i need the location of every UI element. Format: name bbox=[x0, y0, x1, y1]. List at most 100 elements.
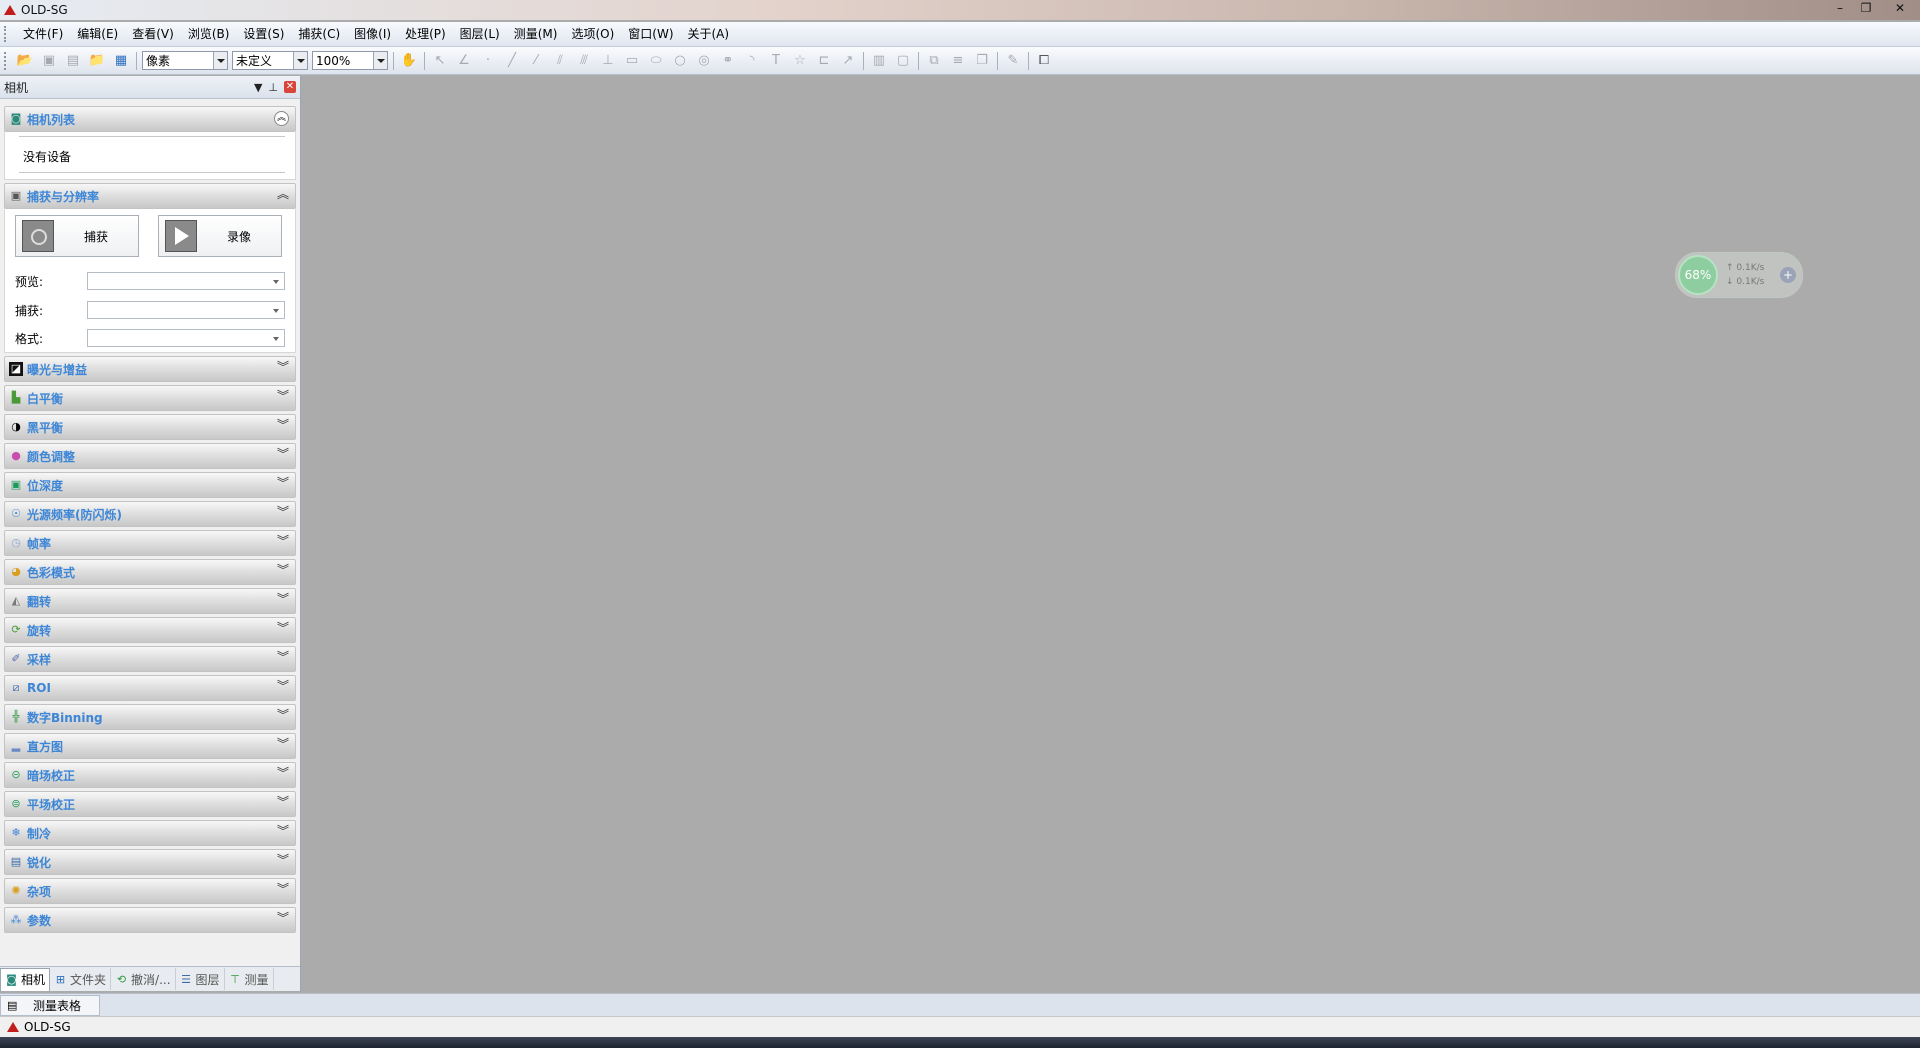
collapse-icon[interactable]: ︽ bbox=[277, 188, 289, 200]
expand-icon[interactable]: ︾ bbox=[277, 680, 289, 692]
expand-icon[interactable]: ︾ bbox=[277, 564, 289, 576]
edit-icon[interactable]: ✎ bbox=[1003, 51, 1023, 71]
menu-layer[interactable]: 图层(L) bbox=[453, 23, 507, 45]
section-binning[interactable]: ╬ 数字Binning ︾ bbox=[4, 704, 296, 730]
copy-icon[interactable]: ❐ bbox=[972, 51, 992, 71]
arc-icon[interactable]: ◝ bbox=[742, 51, 762, 71]
chevron-down-icon[interactable] bbox=[373, 52, 387, 69]
section-sharpen[interactable]: ▤ 锐化 ︾ bbox=[4, 849, 296, 875]
perpendicular-icon[interactable]: ⊥ bbox=[598, 51, 618, 71]
minimize-button[interactable]: – bbox=[1828, 0, 1852, 16]
menu-settings[interactable]: 设置(S) bbox=[236, 23, 291, 45]
menu-capture[interactable]: 捕获(C) bbox=[291, 23, 347, 45]
multi-parallel-icon[interactable]: ⫻ bbox=[574, 51, 594, 71]
network-speed-widget[interactable]: 68% ↑ 0.1K/s ↓ 0.1K/s + bbox=[1675, 252, 1803, 298]
tab-undo[interactable]: ⟲ 撤消/... bbox=[111, 968, 176, 990]
arrow-line-icon[interactable]: ⁄ bbox=[526, 51, 546, 71]
section-light-frequency[interactable]: ☉ 光源频率(防闪烁) ︾ bbox=[4, 501, 296, 527]
capture-resolution-select[interactable] bbox=[87, 301, 285, 319]
star-icon[interactable]: ☆ bbox=[790, 51, 810, 71]
tab-camera[interactable]: ◙ 相机 bbox=[0, 967, 51, 991]
expand-icon[interactable]: ︾ bbox=[277, 796, 289, 808]
tab-measure[interactable]: ⊤ 测量 bbox=[225, 968, 274, 990]
menu-image[interactable]: 图像(I) bbox=[347, 23, 398, 45]
concentric-circle-icon[interactable]: ◎ bbox=[694, 51, 714, 71]
browse-folder-icon[interactable]: 📁 bbox=[87, 51, 107, 71]
arrow-icon[interactable]: ↗ bbox=[838, 51, 858, 71]
expand-icon[interactable]: ︾ bbox=[277, 767, 289, 779]
section-dark-field[interactable]: ⊝ 暗场校正 ︾ bbox=[4, 762, 296, 788]
panel-close-icon[interactable]: ✕ bbox=[284, 81, 296, 93]
open-folder-icon[interactable]: 📂 bbox=[15, 51, 35, 71]
close-button[interactable]: ✕ bbox=[1880, 0, 1920, 16]
zoom-select[interactable]: 100% bbox=[312, 51, 388, 70]
format-select[interactable] bbox=[87, 329, 285, 347]
expand-icon[interactable]: ︾ bbox=[277, 506, 289, 518]
chevron-down-icon[interactable] bbox=[293, 52, 307, 69]
save-icon[interactable]: ▣ bbox=[39, 51, 59, 71]
expand-icon[interactable]: ︾ bbox=[277, 709, 289, 721]
menu-measure[interactable]: 测量(M) bbox=[507, 23, 565, 45]
menu-about[interactable]: 关于(A) bbox=[681, 23, 737, 45]
section-sampling[interactable]: ✐ 采样 ︾ bbox=[4, 646, 296, 672]
expand-icon[interactable]: ︾ bbox=[277, 854, 289, 866]
expand-icon[interactable]: ︾ bbox=[277, 651, 289, 663]
section-capture-resolution[interactable]: ▣ 捕获与分辨率 ︽ bbox=[4, 183, 296, 209]
hand-pan-icon[interactable]: ✋ bbox=[399, 51, 419, 71]
ellipse-icon[interactable]: ⬭ bbox=[646, 51, 666, 71]
section-roi[interactable]: ⧄ ROI ︾ bbox=[4, 675, 296, 701]
section-black-balance[interactable]: ◑ 黑平衡 ︾ bbox=[4, 414, 296, 440]
collapse-icon[interactable]: ︽ bbox=[274, 111, 289, 126]
line-icon[interactable]: ╱ bbox=[502, 51, 522, 71]
align-icon[interactable]: ≡ bbox=[948, 51, 968, 71]
parallel-lines-icon[interactable]: ⫽ bbox=[550, 51, 570, 71]
chevron-down-icon[interactable] bbox=[213, 52, 227, 69]
menu-process[interactable]: 处理(P) bbox=[398, 23, 453, 45]
section-flip[interactable]: ◭ 翻转 ︾ bbox=[4, 588, 296, 614]
expand-icon[interactable]: ︾ bbox=[277, 912, 289, 924]
section-bit-depth[interactable]: ▣ 位深度 ︾ bbox=[4, 472, 296, 498]
scale-bar-icon[interactable]: ⊏ bbox=[814, 51, 834, 71]
section-rotate[interactable]: ⟳ 旋转 ︾ bbox=[4, 617, 296, 643]
expand-icon[interactable]: ︾ bbox=[277, 825, 289, 837]
expand-icon[interactable]: ︾ bbox=[277, 390, 289, 402]
pin-icon[interactable]: ⊥ bbox=[268, 81, 278, 94]
menu-options[interactable]: 选项(O) bbox=[564, 23, 621, 45]
circle-icon[interactable]: ○ bbox=[670, 51, 690, 71]
two-circles-icon[interactable]: ⚭ bbox=[718, 51, 738, 71]
section-white-balance[interactable]: ▙ 白平衡 ︾ bbox=[4, 385, 296, 411]
section-frame-rate[interactable]: ◷ 帧率 ︾ bbox=[4, 530, 296, 556]
toolbar-grip[interactable] bbox=[4, 51, 9, 70]
menu-view[interactable]: 查看(V) bbox=[125, 23, 181, 45]
menu-grip[interactable] bbox=[4, 26, 10, 42]
expand-icon[interactable]: ︾ bbox=[277, 535, 289, 547]
point-icon[interactable]: · bbox=[478, 51, 498, 71]
thumbnail-grid-icon[interactable]: ▦ bbox=[111, 51, 131, 71]
merge-icon[interactable]: ⧉ bbox=[924, 51, 944, 71]
preview-resolution-select[interactable] bbox=[87, 272, 285, 290]
tab-folder[interactable]: ⊞ 文件夹 bbox=[50, 968, 112, 990]
plus-icon[interactable]: + bbox=[1780, 267, 1796, 283]
section-cooling[interactable]: ❄ 制冷 ︾ bbox=[4, 820, 296, 846]
maximize-button[interactable]: ❐ bbox=[1854, 0, 1878, 16]
chart-icon[interactable]: ▥ bbox=[869, 51, 889, 71]
text-icon[interactable]: T bbox=[766, 51, 786, 71]
section-exposure-gain[interactable]: ◪ 曝光与增益 ︾ bbox=[4, 356, 296, 382]
menu-browse[interactable]: 浏览(B) bbox=[181, 23, 237, 45]
select-arrow-icon[interactable]: ↖ bbox=[430, 51, 450, 71]
menu-file[interactable]: 文件(F) bbox=[16, 23, 70, 45]
section-camera-list[interactable]: ◙ 相机列表 ︽ bbox=[4, 106, 296, 132]
record-button[interactable]: 录像 bbox=[158, 215, 282, 257]
panel-dropdown-icon[interactable]: ▼ bbox=[254, 81, 262, 94]
expand-icon[interactable]: ︾ bbox=[277, 738, 289, 750]
measure-table-tab[interactable]: ▤ 测量表格 bbox=[0, 995, 100, 1016]
expand-icon[interactable]: ︾ bbox=[277, 622, 289, 634]
expand-icon[interactable]: ︾ bbox=[277, 419, 289, 431]
section-flat-field[interactable]: ⊜ 平场校正 ︾ bbox=[4, 791, 296, 817]
calibration-select[interactable]: 未定义 bbox=[232, 51, 308, 70]
rectangle-icon[interactable]: ▭ bbox=[622, 51, 642, 71]
expand-icon[interactable]: ︾ bbox=[277, 361, 289, 373]
unit-select[interactable]: 像素 bbox=[142, 51, 228, 70]
angle-icon[interactable]: ∠ bbox=[454, 51, 474, 71]
calibrate-icon[interactable]: ▢ bbox=[893, 51, 913, 71]
